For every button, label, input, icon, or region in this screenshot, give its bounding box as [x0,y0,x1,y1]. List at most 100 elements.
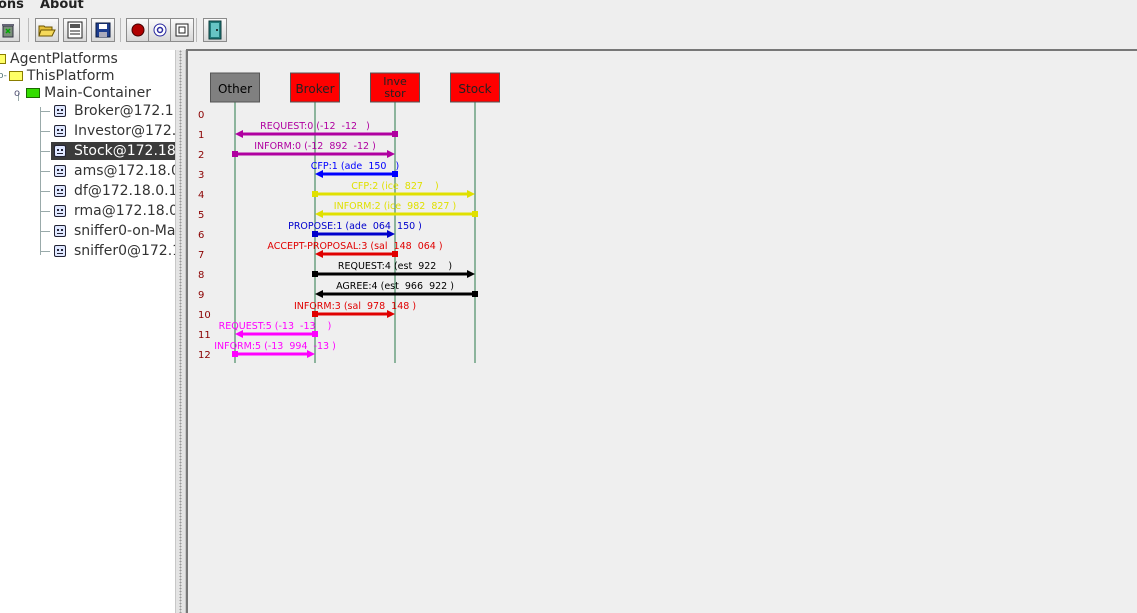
trash-icon [2,24,14,38]
agent-box-label: Stock [458,82,491,96]
message-arrow[interactable]: INFORM:5 (-13 994 -13 ) [214,341,336,358]
tree-node-root[interactable]: AgentPlatforms [0,50,118,68]
message-origin [312,271,318,277]
message-origin [312,191,318,197]
tree-agent-label: Investor@172. [74,123,175,139]
message-label: AGREE:4 (est 966 922 ) [336,281,454,292]
message-arrow[interactable]: AGREE:4 (est 966 922 ) [315,281,478,298]
row-number: 10 [198,310,211,321]
message-arrowhead [235,130,243,138]
tree-agent-label: rma@172.18.0 [74,203,175,219]
menu-actions[interactable]: ons [0,0,24,12]
message-arrow[interactable]: REQUEST:5 (-13 -13 ) [219,321,332,338]
agent-box[interactable]: Investor [370,72,420,103]
message-label: INFORM:2 (ice 982 827 ) [334,201,456,212]
folder-icon [0,54,6,64]
row-number: 7 [198,250,204,261]
message-arrow[interactable]: INFORM:3 (sal 978 148 ) [294,301,416,318]
message-arrow[interactable]: INFORM:2 (ice 982 827 ) [315,201,478,218]
message-arrow[interactable]: REQUEST:0 (-12 -12 ) [235,121,398,138]
agent-box[interactable]: Other [210,72,260,103]
message-origin [472,211,478,217]
tree-agent-label: Broker@172.1 [74,103,174,119]
agent-icon [54,125,66,137]
sequence-diagram: Other BrokerInvestor Stock0123456789101112… [198,72,500,363]
agent-icon [54,205,66,217]
message-arrow[interactable]: CFP:2 (ice 827 ) [312,181,475,198]
agent-icon [54,105,66,117]
save-button[interactable] [91,18,115,42]
row-number: 8 [198,270,204,281]
row-number: 5 [198,210,204,221]
agent-box[interactable]: Broker [290,72,340,103]
tree-agent-df[interactable]: df@172.18.0.1 [54,182,175,200]
tree-agent-ams[interactable]: ams@172.18.0 [54,162,175,180]
message-button[interactable] [148,18,172,42]
message-label: INFORM:3 (sal 978 148 ) [294,301,416,312]
agent-icon [54,225,66,237]
agent-box-label: stor [384,87,406,100]
agent-box-label: Other [218,82,252,96]
row-number: 0 [198,110,204,121]
toolbar [0,14,1137,48]
tree-agent-stock[interactable]: Stock@172.18 [51,142,175,160]
row-number: 11 [198,330,211,341]
row-number: 4 [198,190,204,201]
save-list-icon [67,21,83,39]
message-label: REQUEST:5 (-13 -13 ) [219,321,332,332]
tree-node-platform[interactable]: o- ThisPlatform [0,67,115,85]
tree-agent-rma[interactable]: rma@172.18.0 [54,202,175,220]
pane-splitter[interactable] [175,50,186,613]
message-arrowhead [467,270,475,278]
record-button[interactable] [126,18,150,42]
filter-icon [175,23,189,37]
message-label: CFP:1 (ade 150 ) [311,161,399,172]
tree-agent-label: sniffer0-on-Ma [74,223,175,239]
expand-handle-icon: o [14,87,21,99]
tree-node-container[interactable]: o Main-Container [14,84,151,102]
message-arrowhead [387,150,395,158]
tree-agent-label: ams@172.18.0 [74,163,175,179]
open-button[interactable] [35,18,59,42]
row-number: 2 [198,150,204,161]
agent-icon [54,245,66,257]
agent-box-label: Broker [295,82,334,96]
message-arrow[interactable]: PROPOSE:1 (ade 064 150 ) [288,221,422,238]
exit-button[interactable] [203,18,227,42]
menu-about[interactable]: About [40,0,84,12]
tree-agent-sniffer[interactable]: sniffer0@172.1 [54,242,175,260]
agent-tree: AgentPlatforms o- ThisPlatform o Main-Co… [0,50,175,613]
row-number: 6 [198,230,204,241]
tree-agent-broker[interactable]: Broker@172.1 [54,102,174,120]
tree-agent-label: sniffer0@172.1 [74,243,175,259]
tree-agent-investor[interactable]: Investor@172. [54,122,175,140]
tree-agent-sniffer-on-main[interactable]: sniffer0-on-Ma [54,222,175,240]
agent-icon [54,165,66,177]
message-origin [232,151,238,157]
sequence-canvas[interactable]: Other Broker Inve stor Stock 0 1 2 3 4 5 6 7 8 9 10 11 12… [186,49,1137,613]
message-label: CFP:2 (ice 827 ) [351,181,438,192]
tree-agent-label: df@172.18.0.1 [74,183,175,199]
message-arrow[interactable]: REQUEST:4 (est 922 ) [312,261,475,278]
message-origin [392,131,398,137]
message-arrow[interactable]: INFORM:0 (-12 892 -12 ) [232,141,395,158]
folder-icon [8,71,23,81]
agent-icon [54,185,66,197]
message-label: PROPOSE:1 (ade 064 150 ) [288,221,422,232]
row-number: 12 [198,350,211,361]
record-icon [131,23,145,37]
open-folder-icon [38,25,56,37]
save-list-button[interactable] [63,18,87,42]
tree-node-label: ThisPlatform [26,68,115,84]
menu-bar: ons About [0,0,1137,14]
message-label: REQUEST:0 (-12 -12 ) [260,121,370,132]
message-arrow[interactable]: ACCEPT-PROPOSAL:3 (sal 148 064 ) [267,241,443,258]
tree-node-label: Main-Container [44,85,152,101]
clear-button[interactable] [0,18,20,42]
folder-icon [26,88,41,98]
agent-box[interactable]: Stock [450,72,500,103]
message-arrow[interactable]: CFP:1 (ade 150 ) [311,161,399,178]
row-number: 3 [198,170,204,181]
message-arrowhead [315,210,323,218]
filter-button[interactable] [170,18,194,42]
